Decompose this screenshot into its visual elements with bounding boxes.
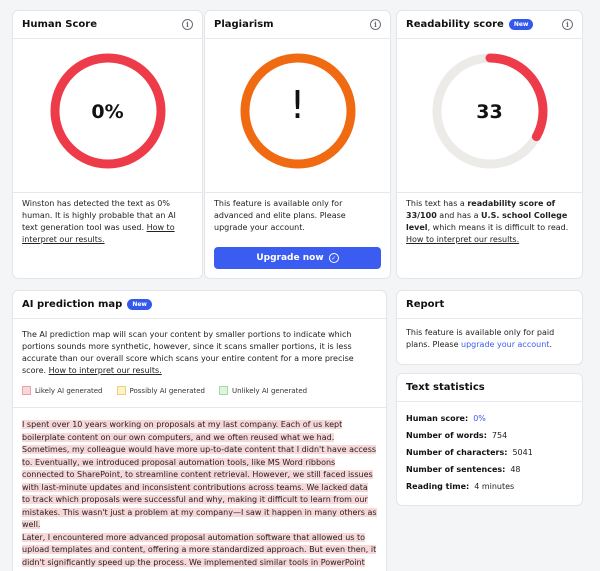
warning-icon: ! [289,83,306,127]
text-statistics-title: Text statistics [406,382,485,393]
legend-label: Possibly AI generated [129,386,205,395]
legend-label: Likely AI generated [35,386,103,395]
human-score-title: Human Score [22,19,97,30]
stat-key: Human score: [406,414,469,423]
interpret-results-link[interactable]: How to interpret our results. [406,235,519,244]
ai-map-intro: The AI prediction map will scan your con… [22,329,377,377]
stat-sentences: Number of sentences: 48 [406,465,521,474]
stat-characters: Number of characters: 5041 [406,448,533,457]
legend-likely: Likely AI generated [22,386,103,395]
stat-key: Number of sentences: [406,465,506,474]
stat-value: 0% [473,414,486,423]
info-icon[interactable]: i [182,19,193,30]
new-badge: New [508,19,534,30]
new-badge: New [127,299,152,310]
readability-header: Readability score New i [397,11,582,39]
interpret-results-link[interactable]: How to interpret our results. [49,366,162,375]
text-statistics-header: Text statistics [397,374,582,402]
likely-swatch [22,386,31,395]
report-card: Report This feature is available only fo… [396,290,583,365]
readability-text-pre: This text has a [406,199,468,208]
stat-value: 754 [491,431,508,440]
readability-gauge: 33 [397,51,582,187]
info-icon[interactable]: i [370,19,381,30]
stat-words: Number of words: 754 [406,431,507,440]
plagiarism-header: Plagiarism i [205,11,390,39]
ai-map-legend: Likely AI generated Possibly AI generate… [22,386,307,395]
human-score-description: Winston has detected the text as 0% huma… [22,198,193,246]
report-text-end: . [549,340,552,349]
likely-ai-paragraph: Later, I encountered more advanced propo… [22,532,377,567]
stat-value: 48 [510,465,521,474]
plagiarism-card: Plagiarism i ! This feature is available… [204,10,391,279]
unlikely-swatch [219,386,228,395]
ai-map-content: I spent over 10 years working on proposa… [22,419,378,569]
divider [13,407,386,408]
legend-possibly: Possibly AI generated [116,386,205,395]
readability-text-mid: and has a [436,211,482,220]
text-statistics-card: Text statistics Human score: 0% Number o… [396,373,583,506]
human-score-value: 0% [91,101,124,123]
legend-unlikely: Unlikely AI generated [219,386,307,395]
human-score-header: Human Score i [13,11,202,39]
plagiarism-description: This feature is available only for advan… [214,199,346,232]
ai-map-header: AI prediction map New [13,291,386,319]
divider [13,192,202,193]
report-header: Report [397,291,582,319]
report-title: Report [406,299,445,310]
stat-value: 4 minutes [474,482,515,491]
readability-card: Readability score New i 33 This text has… [396,10,583,279]
upgrade-now-label: Upgrade now [256,253,324,263]
likely-ai-paragraph: I spent over 10 years working on proposa… [22,420,377,529]
upgrade-account-link[interactable]: upgrade your account [461,340,549,349]
stat-human-score: Human score: 0% [406,414,486,423]
divider [397,192,582,193]
legend-label: Unlikely AI generated [232,386,308,395]
upgrade-now-button[interactable]: Upgrade now ✓ [214,247,381,269]
ai-map-title: AI prediction map [22,299,123,310]
divider [205,192,390,193]
stat-key: Number of words: [406,431,487,440]
plagiarism-title: Plagiarism [214,19,274,30]
check-circle-icon: ✓ [328,253,339,263]
readability-title: Readability score [406,19,504,30]
ai-prediction-map-card: AI prediction map New The AI prediction … [12,290,387,571]
readability-description: This text has a readability score of 33/… [406,198,573,246]
readability-value: 33 [476,101,503,123]
human-score-gauge: 0% [13,51,202,187]
stat-key: Reading time: [406,482,470,491]
possibly-swatch [116,386,126,395]
stat-reading-time: Reading time: 4 minutes [406,482,514,491]
readability-text-post: , which means it is difficult to read. [427,223,569,232]
stat-key: Number of characters: [406,448,508,457]
info-icon[interactable]: i [562,19,573,30]
plagiarism-gauge: ! [205,51,390,187]
report-description: This feature is available only for paid … [406,327,573,351]
human-score-card: Human Score i 0% Winston has detected th… [12,10,203,279]
stat-value: 5041 [512,448,533,457]
